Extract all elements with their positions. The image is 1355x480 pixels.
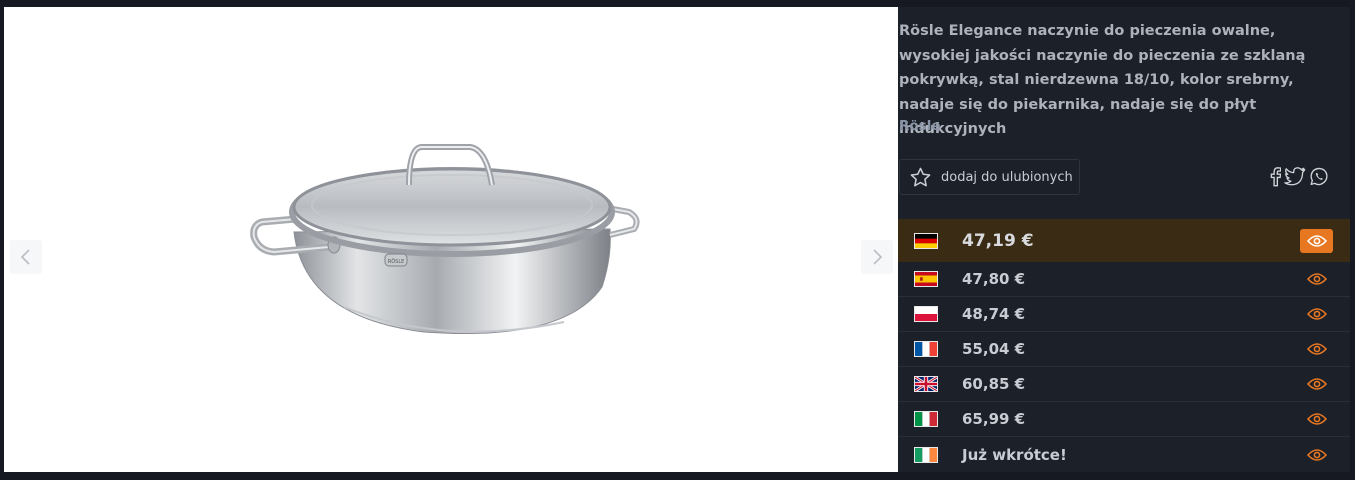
spain-flag (914, 271, 938, 287)
whatsapp-icon (1310, 167, 1328, 185)
poland-flag (914, 306, 938, 322)
pan-logo: RÖSLE (388, 258, 405, 265)
offer-row-es[interactable]: 47,80 € (898, 262, 1350, 297)
france-flag (914, 341, 938, 357)
eye-icon (1307, 308, 1327, 320)
view-offer-button[interactable] (1304, 304, 1330, 324)
italy-flag (914, 411, 938, 427)
offer-price: 55,04 € (962, 340, 1026, 358)
view-offer-button[interactable] (1304, 445, 1330, 465)
eye-icon (1307, 378, 1327, 390)
ireland-flag (914, 446, 938, 463)
product-image: RÖSLE (250, 144, 640, 335)
product-title: Rösle Elegance naczynie do pieczenia owa… (899, 23, 1306, 137)
eye-icon (1307, 273, 1327, 285)
view-offer-button[interactable] (1300, 228, 1333, 253)
add-to-favorites-button[interactable]: dodaj do ulubionych (899, 159, 1080, 195)
view-offer-button[interactable] (1304, 269, 1330, 289)
share-whatsapp-button[interactable] (1308, 164, 1330, 188)
eye-icon (1306, 234, 1327, 247)
offer-price: 65,99 € (962, 410, 1026, 428)
next-image-button[interactable] (861, 240, 893, 274)
view-offer-button[interactable] (1304, 339, 1330, 359)
favorite-label: dodaj do ulubionych (941, 169, 1073, 185)
view-offer-button[interactable] (1304, 374, 1330, 394)
price-comparison-list: 47,19 € 47,80 € 48,74 € 55,04 € 60,85 € … (898, 219, 1350, 472)
offer-row-pl[interactable]: 48,74 € (898, 297, 1350, 332)
offer-price: Już wkrótce! (962, 445, 1067, 464)
previous-image-button[interactable] (10, 240, 42, 274)
brand-link[interactable]: Rösle (899, 118, 941, 134)
image-gallery: RÖSLE (4, 7, 898, 472)
facebook-icon (1270, 166, 1281, 186)
offer-row-de[interactable]: 47,19 € (898, 219, 1350, 262)
offer-row-it[interactable]: 65,99 € (898, 402, 1350, 437)
offer-price: 48,74 € (962, 305, 1026, 323)
offer-row-uk[interactable]: 60,85 € (898, 367, 1350, 402)
product-info-panel: Rösle Elegance naczynie do pieczenia owa… (898, 7, 1350, 472)
offer-price: 47,19 € (962, 230, 1034, 251)
offer-price: 60,85 € (962, 375, 1026, 393)
share-facebook-button[interactable] (1270, 164, 1281, 188)
view-offer-button[interactable] (1304, 409, 1330, 429)
eye-icon (1307, 413, 1327, 425)
offer-price: 47,80 € (962, 270, 1026, 288)
twitter-icon (1284, 166, 1306, 185)
star-icon (910, 167, 931, 186)
chevron-left-icon (20, 249, 30, 265)
eye-icon (1307, 343, 1327, 355)
eye-icon (1307, 448, 1327, 461)
offer-row-fr[interactable]: 55,04 € (898, 332, 1350, 367)
chevron-right-icon (873, 249, 883, 265)
uk-flag (914, 376, 938, 392)
germany-flag (914, 232, 938, 249)
share-twitter-button[interactable] (1284, 164, 1306, 188)
offer-row-ie[interactable]: Już wkrótce! (898, 437, 1350, 472)
